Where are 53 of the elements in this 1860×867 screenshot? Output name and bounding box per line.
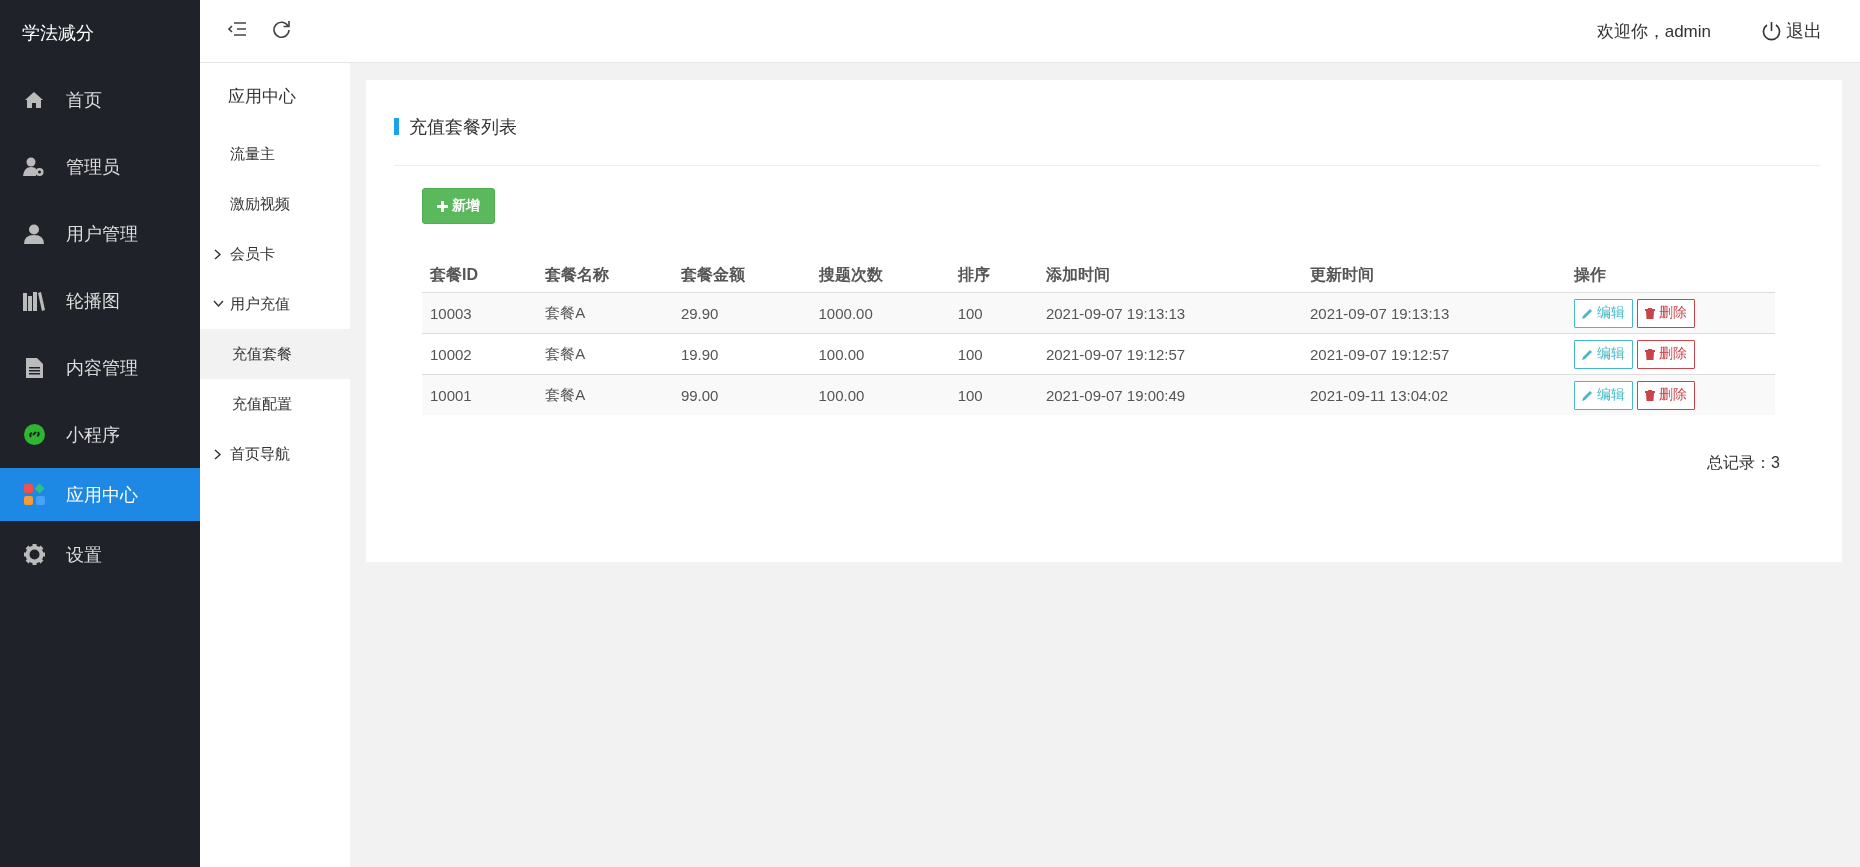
table-cell: 100.00 <box>810 374 950 415</box>
table-cell: 10002 <box>422 333 538 375</box>
sidebar-item[interactable]: 首页 <box>0 66 200 133</box>
column-header: 排序 <box>949 258 1038 293</box>
logout-link[interactable]: 退出 <box>1761 19 1822 43</box>
submenu-group[interactable]: 会员卡 <box>200 229 350 279</box>
table-cell: 1000.00 <box>810 292 950 334</box>
welcome-text: 欢迎你，admin <box>1596 20 1711 43</box>
sidebar-item[interactable]: 管理员 <box>0 133 200 200</box>
delete-button[interactable]: 删除 <box>1637 380 1696 410</box>
table-cell: 10001 <box>422 374 538 415</box>
submenu-group[interactable]: 首页导航 <box>200 429 350 479</box>
table-cell: 2021-09-07 19:12:57 <box>1037 333 1302 375</box>
table-cell: 100.00 <box>810 333 950 375</box>
submenu-group[interactable]: 用户充值 <box>200 279 350 329</box>
submenu-item[interactable]: 充值配置 <box>200 379 350 429</box>
table-cell: 99.00 <box>672 374 811 415</box>
table-cell: 2021-09-07 19:13:13 <box>1302 292 1567 334</box>
sidebar-item[interactable]: 轮播图 <box>0 267 200 334</box>
table-cell: 套餐A <box>537 292 673 334</box>
app-title: 学法减分 <box>22 22 94 45</box>
table-cell: 套餐A <box>537 333 673 375</box>
submenu-item[interactable]: 激励视频 <box>230 194 290 214</box>
submenu-item[interactable]: 流量主 <box>230 144 275 164</box>
table-cell: 2021-09-07 19:12:57 <box>1302 333 1567 375</box>
column-header: 套餐名称 <box>537 258 673 293</box>
sidebar-item[interactable]: 应用中心 <box>0 468 200 521</box>
sidebar-item[interactable]: 用户管理 <box>0 200 200 267</box>
table-cell: 2021-09-07 19:00:49 <box>1037 374 1302 415</box>
table-cell: 100 <box>949 374 1038 415</box>
table-cell: 29.90 <box>672 292 811 334</box>
column-header: 搜题次数 <box>810 258 950 293</box>
column-header: 更新时间 <box>1302 258 1567 293</box>
delete-button[interactable]: 删除 <box>1637 339 1696 369</box>
delete-button[interactable]: 删除 <box>1637 298 1696 328</box>
sidebar-item[interactable]: 设置 <box>0 521 200 588</box>
submenu-item[interactable]: 充值套餐 <box>200 329 350 379</box>
table-cell: 100 <box>949 333 1038 375</box>
table-cell: 100 <box>949 292 1038 334</box>
sidebar-item[interactable]: 内容管理 <box>0 334 200 401</box>
column-header: 操作 <box>1566 258 1775 293</box>
table-cell: 套餐A <box>537 374 673 415</box>
panel-title: 充值套餐列表 <box>409 115 517 139</box>
column-header: 套餐金额 <box>672 258 811 293</box>
table-cell: 10003 <box>422 292 538 334</box>
table-cell: 2021-09-07 19:13:13 <box>1037 292 1302 334</box>
sidebar-item[interactable]: 小程序 <box>0 401 200 468</box>
column-header: 套餐ID <box>422 258 538 293</box>
table-cell: 19.90 <box>672 333 811 375</box>
column-header: 添加时间 <box>1037 258 1302 293</box>
submenu-title: 应用中心 <box>228 85 296 108</box>
total-records-text: 总记录：3 <box>1707 453 1780 473</box>
table-cell: 2021-09-11 13:04:02 <box>1302 374 1567 415</box>
